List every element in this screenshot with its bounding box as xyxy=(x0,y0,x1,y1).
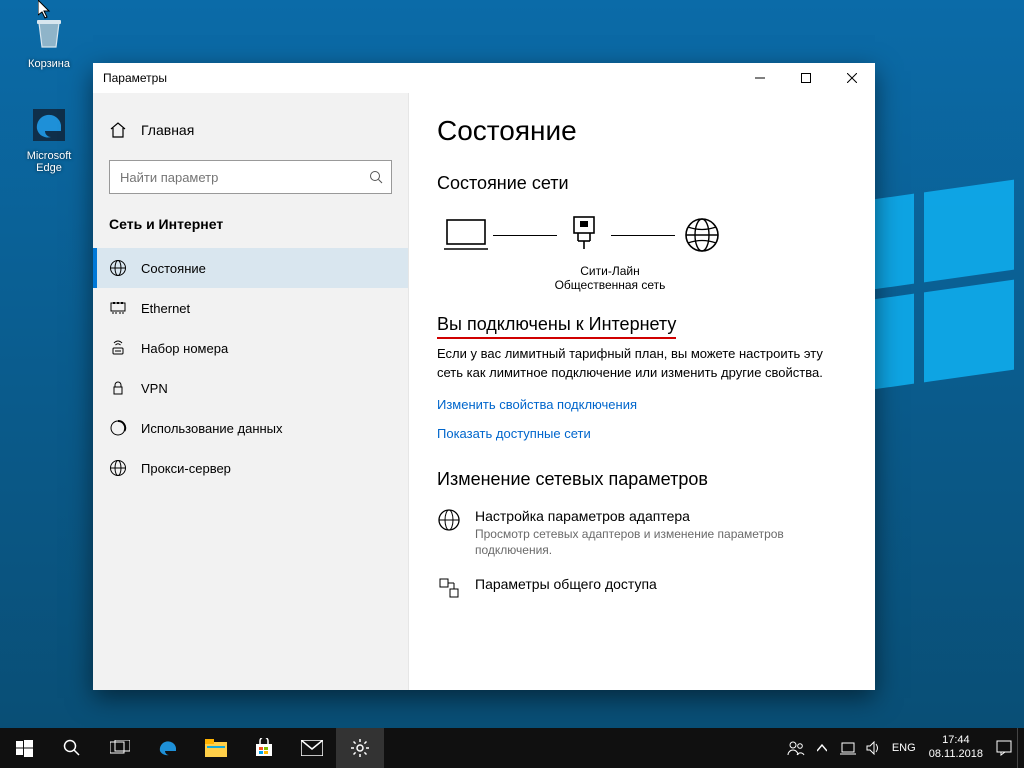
sharing-icon xyxy=(437,576,461,600)
tray-people-icon[interactable] xyxy=(783,728,809,768)
proxy-icon xyxy=(109,459,127,477)
minimize-button[interactable] xyxy=(737,63,783,93)
globe-icon xyxy=(437,508,461,532)
sidebar-item-vpn[interactable]: VPN xyxy=(93,368,408,408)
home-link[interactable]: Главная xyxy=(93,110,408,150)
connected-body: Если у вас лимитный тарифный план, вы мо… xyxy=(437,345,837,383)
tray-network-icon[interactable] xyxy=(835,728,861,768)
sidebar-item-label: Состояние xyxy=(141,261,206,276)
settings-sidebar: Главная Сеть и Интернет Состояние Ethern… xyxy=(93,93,409,690)
start-button[interactable] xyxy=(0,728,48,768)
titlebar[interactable]: Параметры xyxy=(93,63,875,93)
taskbar-file-explorer[interactable] xyxy=(192,728,240,768)
status-icon xyxy=(109,259,127,277)
close-button[interactable] xyxy=(829,63,875,93)
network-name: Сити-Лайн xyxy=(545,264,675,278)
desktop-icon-edge[interactable]: Microsoft Edge xyxy=(14,104,84,174)
tray-clock[interactable]: 17:44 08.11.2018 xyxy=(921,734,991,762)
connected-heading: Вы подключены к Интернету xyxy=(437,314,676,339)
sidebar-item-label: Набор номера xyxy=(141,341,228,356)
show-desktop-button[interactable] xyxy=(1017,728,1024,768)
dialup-icon xyxy=(109,339,127,357)
sidebar-item-label: Использование данных xyxy=(141,421,283,436)
tray-language[interactable]: ENG xyxy=(887,728,921,768)
tray-volume-icon[interactable] xyxy=(861,728,887,768)
ethernet-icon xyxy=(109,299,127,317)
desktop-icon-label: Корзина xyxy=(14,58,84,70)
sidebar-item-label: VPN xyxy=(141,381,168,396)
task-view-button[interactable] xyxy=(96,728,144,768)
change-network-params-heading: Изменение сетевых параметров xyxy=(437,469,847,490)
option-title: Параметры общего доступа xyxy=(475,576,657,592)
network-diagram xyxy=(443,212,847,258)
sidebar-item-data-usage[interactable]: Использование данных xyxy=(93,408,408,448)
sidebar-item-label: Ethernet xyxy=(141,301,190,316)
home-label: Главная xyxy=(141,122,194,138)
tray-action-center-icon[interactable] xyxy=(991,728,1017,768)
search-button[interactable] xyxy=(48,728,96,768)
sidebar-item-status[interactable]: Состояние xyxy=(93,248,408,288)
search-icon xyxy=(369,170,383,184)
option-adapter-settings[interactable]: Настройка параметров адаптера Просмотр с… xyxy=(437,508,847,558)
cursor-icon xyxy=(38,0,54,20)
sidebar-item-ethernet[interactable]: Ethernet xyxy=(93,288,408,328)
router-icon xyxy=(561,212,607,258)
search-input[interactable] xyxy=(118,169,369,186)
option-sharing-settings[interactable]: Параметры общего доступа xyxy=(437,576,847,600)
sidebar-item-dialup[interactable]: Набор номера xyxy=(93,328,408,368)
maximize-button[interactable] xyxy=(783,63,829,93)
home-icon xyxy=(109,121,127,139)
search-box[interactable] xyxy=(109,160,392,194)
globe-icon xyxy=(679,212,725,258)
taskbar-store[interactable] xyxy=(240,728,288,768)
system-tray: ENG 17:44 08.11.2018 xyxy=(783,728,1024,768)
data-usage-icon xyxy=(109,419,127,437)
taskbar-edge[interactable] xyxy=(144,728,192,768)
sidebar-item-proxy[interactable]: Прокси-сервер xyxy=(93,448,408,488)
sidebar-group-title: Сеть и Интернет xyxy=(93,212,408,248)
taskbar: ENG 17:44 08.11.2018 xyxy=(0,728,1024,768)
page-title: Состояние xyxy=(437,115,847,147)
link-change-connection-properties[interactable]: Изменить свойства подключения xyxy=(437,397,847,412)
option-desc: Просмотр сетевых адаптеров и изменение п… xyxy=(475,526,815,558)
computer-icon xyxy=(443,212,489,258)
tray-chevron-up-icon[interactable] xyxy=(809,728,835,768)
vpn-icon xyxy=(109,379,127,397)
sidebar-item-label: Прокси-сервер xyxy=(141,461,231,476)
edge-icon xyxy=(28,104,70,146)
taskbar-settings[interactable] xyxy=(336,728,384,768)
network-type: Общественная сеть xyxy=(545,278,675,292)
link-show-available-networks[interactable]: Показать доступные сети xyxy=(437,426,847,441)
taskbar-mail[interactable] xyxy=(288,728,336,768)
desktop-icon-label: Microsoft Edge xyxy=(14,150,84,174)
tray-date: 08.11.2018 xyxy=(929,748,983,762)
desktop-icon-recycle-bin[interactable]: Корзина xyxy=(14,12,84,70)
tray-time: 17:44 xyxy=(929,734,983,748)
window-title: Параметры xyxy=(103,71,167,85)
network-status-heading: Состояние сети xyxy=(437,173,847,194)
option-title: Настройка параметров адаптера xyxy=(475,508,815,524)
settings-window: Параметры Главная Сеть и Интернет xyxy=(93,63,875,690)
settings-content: Состояние Состояние сети Сити-Лайн Общес… xyxy=(409,93,875,690)
